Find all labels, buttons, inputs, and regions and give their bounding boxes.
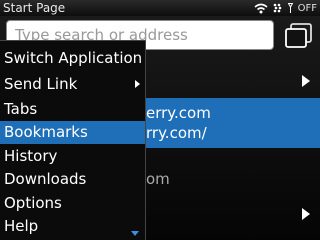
tabs-overview-button[interactable]: [282, 22, 314, 50]
selected-row-title: erry.com: [146, 104, 211, 122]
status-icons: OFF: [254, 0, 317, 16]
menu-item-label: History: [4, 147, 58, 165]
selected-row-url: rry.com/: [146, 124, 207, 142]
menu-item-help[interactable]: Help: [0, 215, 145, 238]
menu-item-switch-application[interactable]: Switch Application: [0, 47, 145, 70]
menu-item-label: Bookmarks: [4, 123, 88, 141]
status-title: Start Page: [3, 1, 66, 15]
menu-item-send-link[interactable]: Send Link: [0, 73, 145, 96]
menu-item-label: Help: [4, 217, 39, 235]
menu-item-tabs[interactable]: Tabs: [0, 98, 145, 121]
menu-item-bookmarks[interactable]: Bookmarks: [0, 121, 145, 144]
menu-item-label: Downloads: [4, 170, 87, 188]
radio-status-label: OFF: [297, 2, 317, 14]
context-menu: Switch Application Send Link Tabs Bookma…: [0, 40, 146, 240]
submenu-arrow-icon: [135, 80, 140, 88]
wifi-icon: [254, 3, 268, 13]
tabs-icon: [285, 23, 312, 48]
status-bar: Start Page OFF: [0, 0, 320, 16]
row-arrow-icon: [302, 75, 310, 87]
signal-off-icon: [287, 3, 293, 13]
menu-item-label: Options: [4, 194, 62, 212]
menu-item-downloads[interactable]: Downloads: [0, 168, 145, 191]
scroll-down-icon[interactable]: [131, 231, 139, 236]
row-arrow-icon: [302, 208, 310, 220]
row-text: om: [146, 170, 170, 188]
menu-item-label: Send Link: [4, 75, 78, 93]
menu-item-options[interactable]: Options: [0, 192, 145, 215]
menu-item-history[interactable]: History: [0, 145, 145, 168]
menu-item-label: Tabs: [4, 100, 38, 118]
blackberry-logo-icon: [273, 3, 281, 13]
menu-item-label: Switch Application: [4, 49, 143, 67]
